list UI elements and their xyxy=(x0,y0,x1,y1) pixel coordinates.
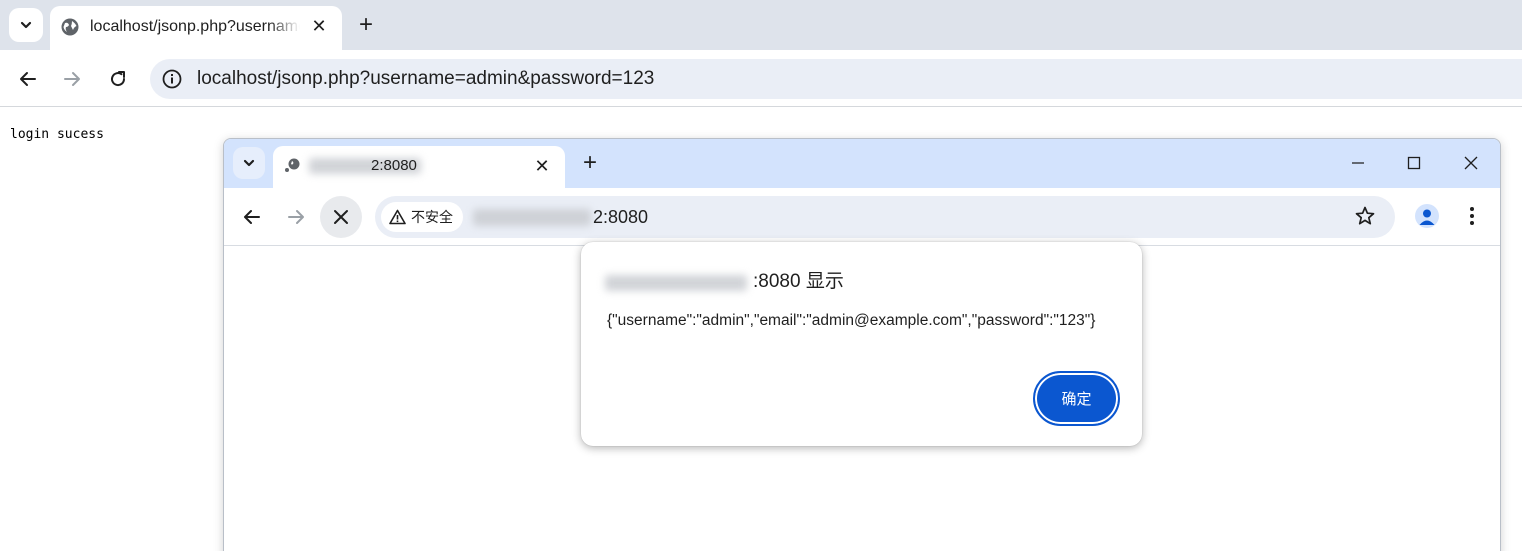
info-icon[interactable] xyxy=(161,68,183,90)
loading-globe-icon xyxy=(285,158,300,172)
back-arrow-icon[interactable] xyxy=(16,67,40,91)
redacted-url-host xyxy=(473,209,591,226)
back-tab-close-icon[interactable]: ✕ xyxy=(308,15,330,37)
front-address-bar[interactable]: 不安全 2:8080 xyxy=(375,196,1395,238)
back-url-text: localhost/jsonp.php?username=admin&passw… xyxy=(197,68,655,89)
more-menu-icon[interactable] xyxy=(1462,205,1482,227)
alert-dialog: :8080 显示 {"username":"admin","email":"ad… xyxy=(581,242,1142,446)
front-tab-close-icon[interactable]: ✕ xyxy=(531,155,553,177)
maximize-icon[interactable] xyxy=(1402,151,1426,175)
back-tab-title: localhost/jsonp.php?username=admin&passw… xyxy=(90,18,300,35)
back-new-tab-button[interactable]: + xyxy=(354,13,378,37)
back-active-tab[interactable]: localhost/jsonp.php?username=admin&passw… xyxy=(50,6,342,50)
chevron-down-icon xyxy=(243,159,255,167)
tab-search-button[interactable] xyxy=(9,8,43,42)
reload-icon[interactable] xyxy=(106,67,130,91)
ok-button[interactable]: 确定 xyxy=(1033,371,1120,426)
page-response-text: login sucess xyxy=(10,127,104,142)
forward-arrow-icon[interactable] xyxy=(60,67,84,91)
forward-arrow-icon[interactable] xyxy=(284,205,308,229)
warning-icon xyxy=(389,209,406,225)
front-tab-search-button[interactable] xyxy=(233,147,265,179)
profile-icon[interactable] xyxy=(1415,204,1439,228)
security-chip[interactable]: 不安全 xyxy=(381,202,463,232)
dialog-title: :8080 显示 xyxy=(753,271,844,292)
front-url-text: 2:8080 xyxy=(593,207,649,227)
front-active-tab[interactable]: 2:8080 ✕ xyxy=(273,146,565,188)
security-label: 不安全 xyxy=(411,209,453,225)
stop-loading-button[interactable] xyxy=(320,196,362,238)
back-toolbar: localhost/jsonp.php?username=admin&passw… xyxy=(0,50,1522,107)
dialog-message: {"username":"admin","email":"admin@examp… xyxy=(607,312,1096,329)
redacted-dialog-host xyxy=(605,275,747,291)
back-tab-strip: localhost/jsonp.php?username=admin&passw… xyxy=(0,0,1522,50)
back-arrow-icon[interactable] xyxy=(240,205,264,229)
front-tab-strip: 2:8080 ✕ + xyxy=(224,139,1500,188)
globe-icon xyxy=(61,18,79,36)
front-new-tab-button[interactable]: + xyxy=(578,151,602,175)
stop-icon xyxy=(334,210,348,224)
back-address-bar[interactable]: localhost/jsonp.php?username=admin&passw… xyxy=(150,59,1522,99)
chevron-down-icon xyxy=(20,21,32,29)
front-toolbar: 不安全 2:8080 xyxy=(224,188,1500,246)
minimize-icon[interactable] xyxy=(1346,151,1370,175)
window-close-icon[interactable] xyxy=(1459,151,1483,175)
bookmark-star-icon[interactable] xyxy=(1354,205,1376,227)
